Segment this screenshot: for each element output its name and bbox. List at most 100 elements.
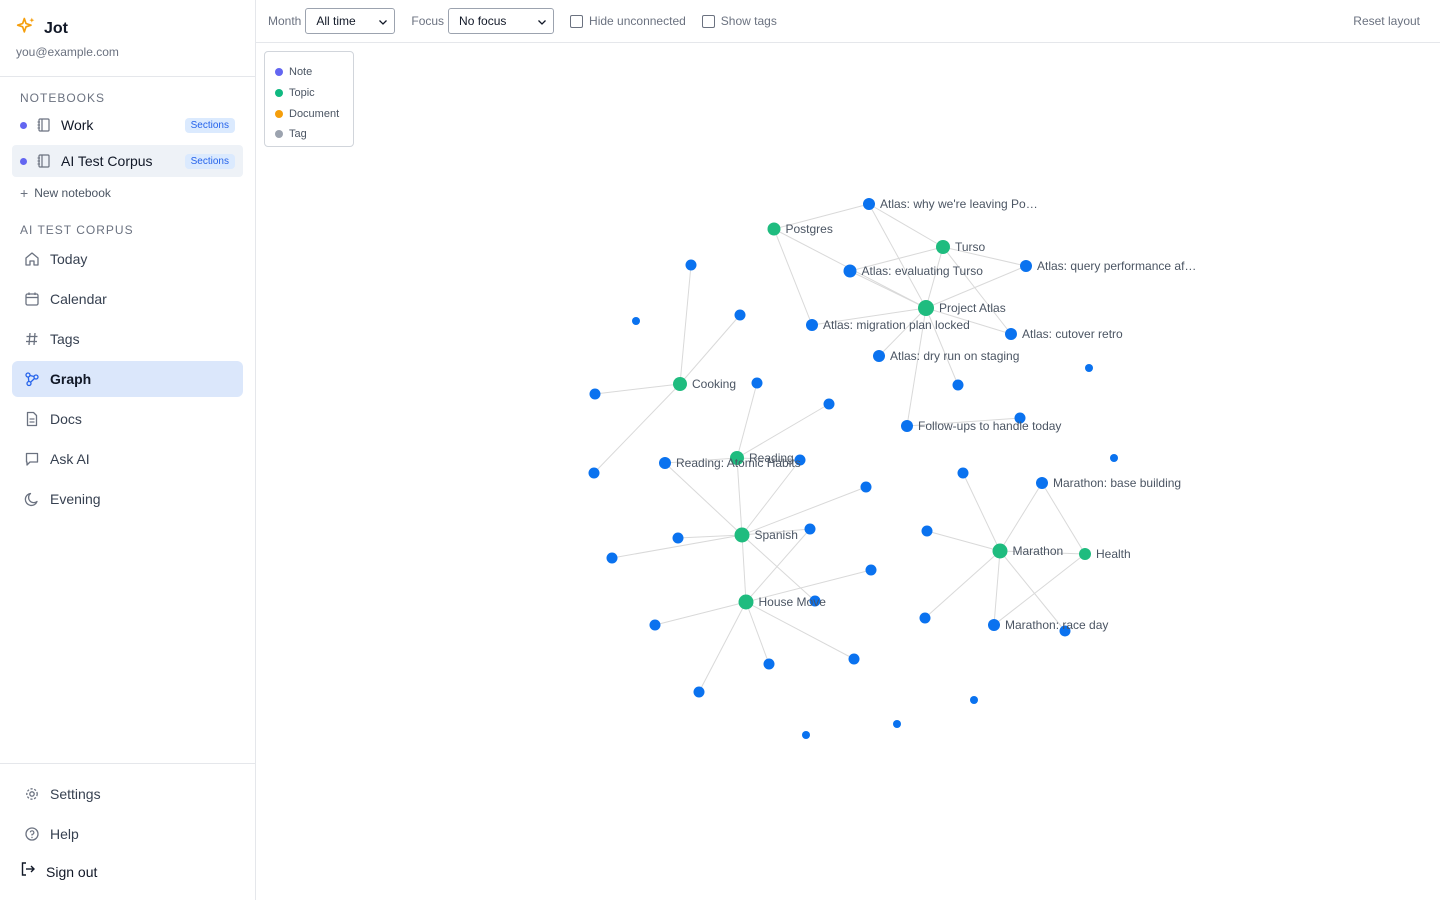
nav-item-calendar[interactable]: Calendar (12, 281, 243, 317)
graph-node-topic[interactable] (1079, 548, 1091, 560)
sign-out-button[interactable]: Sign out (20, 861, 97, 882)
notebook-item-work[interactable]: Work Sections (12, 109, 243, 141)
hide-unconnected-checkbox[interactable] (570, 14, 584, 28)
focus-select[interactable]: No focus (448, 8, 555, 34)
hide-unconnected-toggle[interactable]: Hide unconnected (570, 14, 686, 28)
graph-node-note[interactable] (802, 731, 810, 739)
graph-node-note[interactable] (806, 319, 818, 331)
graph-edge (993, 553, 1086, 626)
graph-node-note[interactable] (804, 523, 816, 535)
new-notebook-button[interactable]: + New notebook (20, 185, 111, 201)
graph-node-note[interactable] (1036, 477, 1048, 489)
graph-node-topic[interactable] (673, 377, 687, 391)
sections-badge: Sections (184, 153, 235, 169)
graph-node-note[interactable] (873, 350, 885, 362)
graph-node-note[interactable] (860, 481, 872, 493)
graph-node-note[interactable] (843, 264, 857, 278)
graph-node-note[interactable] (921, 525, 933, 537)
graph-node-note[interactable] (901, 420, 913, 432)
graph-canvas[interactable]: Atlas: why we're leaving Po… Postgres Turs… (256, 44, 1440, 900)
show-tags-checkbox[interactable] (701, 14, 715, 28)
graph-node-note[interactable] (970, 696, 978, 704)
graph-toolbar: Month All time Focus No focus Hide uncon… (256, 0, 1440, 43)
chat-icon (24, 451, 40, 467)
focus-select-value: No focus (459, 14, 507, 28)
graph-node-label: House Move (759, 595, 827, 609)
graph-node-note[interactable] (919, 612, 931, 624)
graph-edge (745, 601, 855, 660)
nav-label: Today (50, 251, 88, 267)
graph-edge (993, 550, 1001, 626)
graph-node-label: Project Atlas (939, 301, 1006, 315)
section-heading: AI TEST CORPUS (20, 223, 134, 237)
graph-node-topic[interactable] (992, 543, 1008, 559)
notebook-color-dot (20, 157, 27, 165)
graph-node-note[interactable] (685, 259, 697, 271)
help-button[interactable]: Help (12, 816, 243, 852)
graph-node-topic[interactable] (767, 222, 781, 236)
nav-item-docs[interactable]: Docs (12, 401, 243, 437)
graph-node-note[interactable] (952, 379, 964, 391)
graph-edge (868, 203, 927, 309)
nav-label: Docs (50, 411, 82, 427)
graph-node-note[interactable] (649, 619, 661, 631)
graph-node-topic[interactable] (738, 594, 754, 610)
reset-layout-button[interactable]: Reset layout (1353, 14, 1420, 28)
graph-node-label: Cooking (692, 377, 736, 391)
graph-node-note[interactable] (589, 388, 601, 400)
graph-node-note[interactable] (1085, 364, 1093, 372)
nav-item-tags[interactable]: Tags (12, 321, 243, 357)
help-icon (24, 826, 40, 842)
home-icon (24, 251, 40, 267)
graph-node-note[interactable] (672, 532, 684, 544)
graph-node-label: Turso (955, 240, 986, 254)
graph-node-topic[interactable] (918, 300, 934, 316)
nav-item-graph[interactable]: Graph (12, 361, 243, 397)
nav-item-evening[interactable]: Evening (12, 481, 243, 517)
sign-out-label: Sign out (46, 863, 98, 880)
graph-node-topic[interactable] (734, 527, 750, 543)
new-notebook-label: New notebook (34, 186, 111, 200)
legend-label: Tag (289, 128, 307, 141)
graph-edge (664, 462, 743, 536)
graph-node-note[interactable] (1020, 260, 1032, 272)
graph-node-note[interactable] (588, 467, 600, 479)
settings-button[interactable]: Settings (12, 776, 243, 812)
graph-node-note[interactable] (863, 198, 875, 210)
graph-icon (24, 371, 40, 387)
graph-node-note[interactable] (763, 658, 775, 670)
graph-edge (654, 601, 747, 626)
graph-node-note[interactable] (865, 564, 877, 576)
notebook-label: Work (61, 117, 94, 133)
graph-node-note[interactable] (988, 619, 1000, 631)
show-tags-toggle[interactable]: Show tags (701, 14, 777, 28)
legend-dot (275, 109, 283, 118)
notebook-item-ai-test-corpus[interactable]: AI Test Corpus Sections (12, 145, 243, 177)
graph-node-topic[interactable] (936, 240, 950, 254)
nav-item-today[interactable]: Today (12, 241, 243, 277)
graph-node-note[interactable] (848, 653, 860, 665)
graph-node-note[interactable] (659, 457, 671, 469)
graph-node-note[interactable] (751, 377, 763, 389)
month-select-value: All time (316, 14, 356, 28)
graph-edge (679, 314, 741, 385)
graph-node-note[interactable] (823, 398, 835, 410)
graph-node-label: Atlas: migration plan locked (823, 318, 970, 332)
graph-node-note[interactable] (606, 552, 618, 564)
graph-edge (736, 382, 758, 459)
graph-node-note[interactable] (632, 317, 640, 325)
sidebar: Jot you@example.com NOTEBOOKS Work Secti… (0, 0, 256, 900)
month-select[interactable]: All time (305, 8, 396, 34)
brand[interactable]: Jot (16, 16, 68, 41)
graph-node-note[interactable] (734, 309, 746, 321)
legend-label: Topic (289, 87, 315, 100)
graph-node-note[interactable] (693, 686, 705, 698)
graph-node-note[interactable] (893, 720, 901, 728)
nav-item-ask-ai[interactable]: Ask AI (12, 441, 243, 477)
graph-node-note[interactable] (1005, 328, 1017, 340)
graph-node-note[interactable] (957, 467, 969, 479)
graph-node-note[interactable] (1110, 454, 1118, 462)
legend-item-tag: Tag (275, 124, 353, 145)
moon-icon (24, 491, 40, 507)
document-icon (24, 411, 40, 427)
